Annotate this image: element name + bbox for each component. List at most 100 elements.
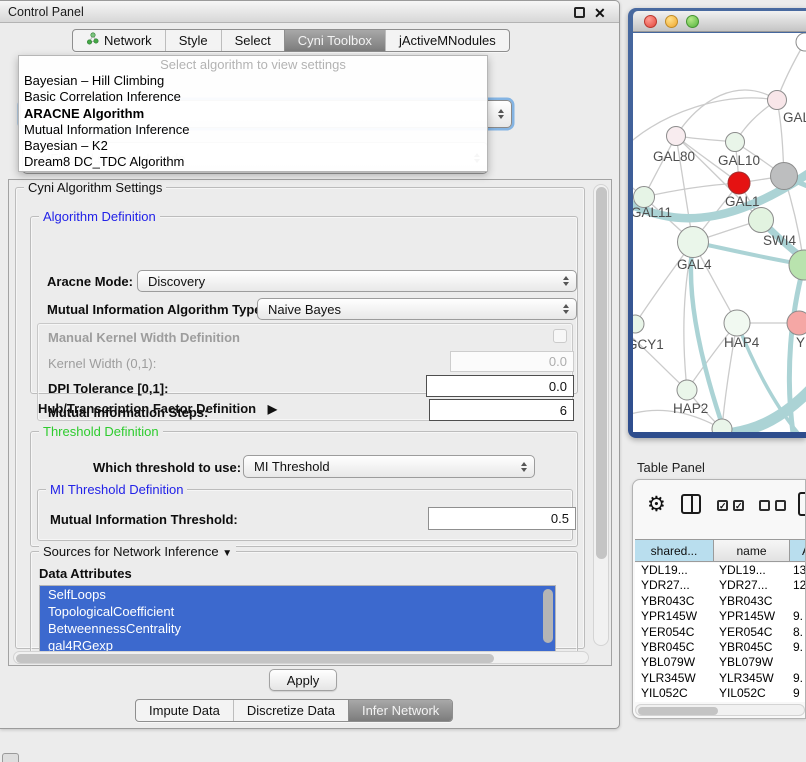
dpi-tolerance-field[interactable]: 0.0 xyxy=(426,375,574,397)
dropdown-prompt: Select algorithm to view settings xyxy=(19,56,487,73)
tab-infer-network[interactable]: Infer Network xyxy=(348,700,452,721)
horizontal-scrollbar[interactable] xyxy=(13,651,589,664)
mac-minimize-icon[interactable] xyxy=(665,15,678,28)
mi-threshold-label: Mutual Information Threshold: xyxy=(50,512,238,527)
control-panel-tabs: Network Style Select Cyni Toolbox jActiv… xyxy=(72,29,510,52)
tab-label: Network xyxy=(104,30,152,51)
node-gray[interactable] xyxy=(771,163,798,190)
menu-item-aracne[interactable]: ARACNE Algorithm xyxy=(19,106,487,122)
tab-discretize-data[interactable]: Discretize Data xyxy=(233,700,348,721)
network-window-titlebar[interactable] xyxy=(633,11,806,32)
column-header-clipped[interactable]: A xyxy=(790,539,806,562)
data-attributes-list[interactable]: SelfLoops TopologicalCoefficient Between… xyxy=(39,585,556,652)
column-header-shared[interactable]: shared... xyxy=(635,539,714,562)
tab-style[interactable]: Style xyxy=(165,30,221,51)
manual-kernel-checkbox xyxy=(553,329,567,343)
combo-stepper-icon xyxy=(521,462,527,472)
list-item[interactable]: SelfLoops xyxy=(40,586,555,603)
sources-toggle[interactable]: Sources for Network Inference ▼ xyxy=(39,544,236,559)
menu-item-basic-correlation[interactable]: Basic Correlation Inference xyxy=(19,89,487,105)
algorithm-dropdown-popup: Select algorithm to view settings Bayesi… xyxy=(18,55,488,172)
hub-definition-toggle[interactable]: Hub/Transcription Factor Definition ▶ xyxy=(38,401,277,416)
node-label: SWI4 xyxy=(763,233,796,248)
list-item[interactable]: gal4RGexp xyxy=(40,637,555,652)
which-threshold-label: Which threshold to use: xyxy=(93,460,241,475)
control-panel-titlebar[interactable]: Control Panel ✕ xyxy=(0,1,619,23)
node-gal-clipped[interactable] xyxy=(768,91,787,110)
gear-icon[interactable]: ⚙ xyxy=(647,494,666,515)
table-panel: ⚙ ✓ ✓ shared... name A YDL19...YDL19...1… xyxy=(632,479,806,719)
network-icon xyxy=(86,30,99,51)
column-header-name[interactable]: name xyxy=(714,539,790,562)
list-item[interactable]: TopologicalCoefficient xyxy=(40,603,555,620)
node-gcy1[interactable] xyxy=(633,315,644,333)
checked-checkbox-icon[interactable]: ✓ xyxy=(733,500,744,511)
menu-item-mutual-information[interactable]: Mutual Information Inference xyxy=(19,122,487,138)
cyni-settings-group: Cyni Algorithm Settings Algorithm Defini… xyxy=(15,187,585,649)
node-label: GCY1 xyxy=(633,337,664,352)
split-columns-icon[interactable] xyxy=(681,494,701,514)
tab-label: Infer Network xyxy=(362,700,439,721)
menu-item-bayesian-k2[interactable]: Bayesian – K2 xyxy=(19,138,487,154)
node-green-right[interactable] xyxy=(789,250,806,280)
mac-zoom-icon[interactable] xyxy=(686,15,699,28)
mac-close-icon[interactable] xyxy=(644,15,657,28)
chevron-right-icon: ▶ xyxy=(268,402,277,416)
unchecked-checkbox-icon[interactable] xyxy=(759,500,770,511)
list-scrollbar-thumb[interactable] xyxy=(543,589,553,643)
tab-cyni-toolbox[interactable]: Cyni Toolbox xyxy=(284,30,385,51)
tab-select[interactable]: Select xyxy=(221,30,284,51)
horizontal-scrollbar-thumb[interactable] xyxy=(16,654,494,663)
node-swi4[interactable] xyxy=(749,208,774,233)
unchecked-checkbox-icon[interactable] xyxy=(775,500,786,511)
network-view-window: GAL GAL80 GAL10 GAL1 GAL11 SWI4 GAL4 GCY… xyxy=(628,8,806,438)
combo-stepper-icon xyxy=(563,276,569,286)
node-gal80[interactable] xyxy=(667,127,686,146)
menu-item-dream8[interactable]: Dream8 DC_TDC Algorithm xyxy=(19,154,487,170)
apply-button[interactable]: Apply xyxy=(269,669,337,691)
node-hap2[interactable] xyxy=(677,380,697,400)
node-gal1[interactable] xyxy=(728,172,750,194)
cyni-mode-tabs: Impute Data Discretize Data Infer Networ… xyxy=(135,699,453,722)
node-gal4[interactable] xyxy=(678,227,709,258)
table-horizontal-scrollbar[interactable] xyxy=(635,704,805,716)
node-gal10[interactable] xyxy=(726,133,745,152)
document-icon[interactable] xyxy=(798,492,806,516)
which-threshold-value: MI Threshold xyxy=(254,459,330,474)
tab-network[interactable]: Network xyxy=(73,30,165,51)
kernel-width-value: 0.0 xyxy=(549,354,567,369)
node-label: GAL80 xyxy=(653,149,695,164)
vertical-scrollbar-thumb[interactable] xyxy=(596,187,607,559)
node-label: HAP4 xyxy=(724,335,760,350)
mi-steps-field[interactable]: 6 xyxy=(429,399,574,421)
mi-type-label: Mutual Information Algorithm Type: xyxy=(47,302,266,317)
node-hap4[interactable] xyxy=(724,310,750,336)
kernel-width-field: 0.0 xyxy=(450,351,574,372)
mi-threshold-field[interactable]: 0.5 xyxy=(428,507,576,530)
table-body: YDL19...YDL19...13 YDR27...YDR27...12 YB… xyxy=(635,563,806,702)
float-window-icon[interactable] xyxy=(574,7,585,18)
tab-jactivemnodules[interactable]: jActiveMNodules xyxy=(385,30,509,51)
tab-label: Style xyxy=(179,30,208,51)
mi-steps-value: 6 xyxy=(560,403,567,418)
which-threshold-combo[interactable]: MI Threshold xyxy=(243,455,535,478)
node[interactable] xyxy=(796,33,806,51)
minimized-panel-button[interactable] xyxy=(2,753,19,762)
table-horizontal-scrollbar-thumb[interactable] xyxy=(638,707,718,715)
tab-label: Cyni Toolbox xyxy=(298,30,372,51)
list-item[interactable]: BetweennessCentrality xyxy=(40,620,555,637)
network-canvas[interactable]: GAL GAL80 GAL10 GAL1 GAL11 SWI4 GAL4 GCY… xyxy=(633,33,806,432)
close-icon[interactable]: ✕ xyxy=(594,3,606,23)
checked-checkbox-icon[interactable]: ✓ xyxy=(717,500,728,511)
vertical-scrollbar[interactable] xyxy=(593,184,609,646)
aracne-mode-combo[interactable]: Discovery xyxy=(137,270,577,292)
data-attributes-label: Data Attributes xyxy=(39,566,132,581)
mi-type-combo[interactable]: Naive Bayes xyxy=(257,298,577,320)
table-panel-title: Table Panel xyxy=(637,460,705,475)
node-y-clipped[interactable] xyxy=(787,311,806,335)
node-label: GAL xyxy=(783,110,806,125)
mi-threshold-value: 0.5 xyxy=(551,511,569,526)
node-label: GAL1 xyxy=(725,194,760,209)
menu-item-bayesian-hill-climbing[interactable]: Bayesian – Hill Climbing xyxy=(19,73,487,89)
tab-impute-data[interactable]: Impute Data xyxy=(136,700,233,721)
